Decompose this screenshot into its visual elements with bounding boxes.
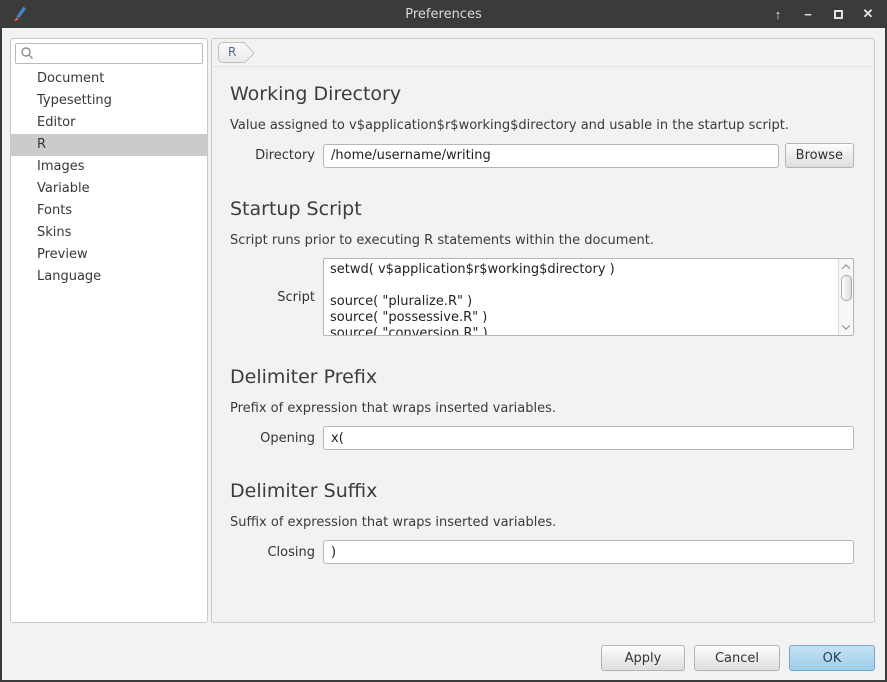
breadcrumb: R bbox=[212, 39, 874, 67]
search-wrap bbox=[15, 43, 203, 64]
app-pen-icon bbox=[8, 4, 28, 24]
script-scrollbar[interactable] bbox=[838, 259, 853, 335]
working-directory-heading: Working Directory bbox=[230, 83, 874, 105]
closing-label: Closing bbox=[230, 545, 315, 560]
close-icon: ✕ bbox=[863, 6, 874, 22]
search-input[interactable] bbox=[15, 43, 203, 64]
ok-button[interactable]: OK bbox=[789, 645, 875, 671]
script-label: Script bbox=[230, 290, 315, 305]
script-row: Script setwd( v$application$r$working$di… bbox=[230, 258, 854, 336]
closing-delimiter-input[interactable] bbox=[323, 540, 854, 564]
apply-button[interactable]: Apply bbox=[601, 645, 685, 671]
startup-script-description: Script runs prior to executing R stateme… bbox=[230, 233, 852, 248]
sidebar-item-typesetting[interactable]: Typesetting bbox=[11, 90, 207, 112]
opening-delimiter-input[interactable] bbox=[323, 426, 854, 450]
maximize-button[interactable] bbox=[825, 2, 851, 26]
directory-input[interactable] bbox=[323, 144, 779, 168]
script-text[interactable]: setwd( v$application$r$working$directory… bbox=[324, 259, 837, 335]
sidebar-item-preview[interactable]: Preview bbox=[11, 244, 207, 266]
sidebar: Document Typesetting Editor R Images Var… bbox=[10, 38, 208, 623]
minimize-icon: − bbox=[804, 7, 812, 22]
dialog-footer: Apply Cancel OK bbox=[2, 645, 885, 671]
preferences-window: Preferences ↑ − ✕ bbox=[0, 0, 887, 682]
sidebar-item-variable[interactable]: Variable bbox=[11, 178, 207, 200]
script-editor[interactable]: setwd( v$application$r$working$directory… bbox=[323, 258, 854, 336]
rollup-icon: ↑ bbox=[775, 7, 782, 22]
directory-label: Directory bbox=[230, 148, 315, 163]
sidebar-item-editor[interactable]: Editor bbox=[11, 112, 207, 134]
window-title: Preferences bbox=[0, 7, 887, 22]
settings-content-panel: R Working Directory Value assigned to v$… bbox=[211, 38, 875, 623]
directory-row: Directory Browse bbox=[230, 143, 854, 168]
breadcrumb-item-r[interactable]: R bbox=[218, 42, 245, 63]
scroll-up-icon[interactable] bbox=[839, 260, 853, 274]
main-area: Document Typesetting Editor R Images Var… bbox=[2, 28, 885, 680]
working-directory-description: Value assigned to v$application$r$workin… bbox=[230, 118, 852, 133]
maximize-icon bbox=[834, 10, 843, 19]
window-controls: ↑ − ✕ bbox=[765, 0, 881, 28]
sidebar-item-images[interactable]: Images bbox=[11, 156, 207, 178]
sidebar-item-skins[interactable]: Skins bbox=[11, 222, 207, 244]
opening-row: Opening bbox=[230, 426, 854, 450]
startup-script-heading: Startup Script bbox=[230, 198, 874, 220]
cancel-button[interactable]: Cancel bbox=[694, 645, 780, 671]
scrollbar-thumb[interactable] bbox=[841, 275, 852, 301]
delimiter-prefix-description: Prefix of expression that wraps inserted… bbox=[230, 401, 852, 416]
settings-category-list: Document Typesetting Editor R Images Var… bbox=[11, 68, 207, 622]
closing-row: Closing bbox=[230, 540, 854, 564]
rollup-button[interactable]: ↑ bbox=[765, 2, 791, 26]
sidebar-item-fonts[interactable]: Fonts bbox=[11, 200, 207, 222]
search-icon bbox=[20, 46, 34, 60]
delimiter-suffix-description: Suffix of expression that wraps inserted… bbox=[230, 515, 852, 530]
titlebar: Preferences ↑ − ✕ bbox=[0, 0, 887, 28]
scroll-down-icon[interactable] bbox=[839, 320, 853, 334]
minimize-button[interactable]: − bbox=[795, 2, 821, 26]
browse-button[interactable]: Browse bbox=[785, 143, 854, 168]
close-button[interactable]: ✕ bbox=[855, 2, 881, 26]
sidebar-item-document[interactable]: Document bbox=[11, 68, 207, 90]
delimiter-prefix-heading: Delimiter Prefix bbox=[230, 366, 874, 388]
sidebar-item-language[interactable]: Language bbox=[11, 266, 207, 288]
sidebar-item-r[interactable]: R bbox=[11, 134, 207, 156]
opening-label: Opening bbox=[230, 431, 315, 446]
delimiter-suffix-heading: Delimiter Suffix bbox=[230, 480, 874, 502]
